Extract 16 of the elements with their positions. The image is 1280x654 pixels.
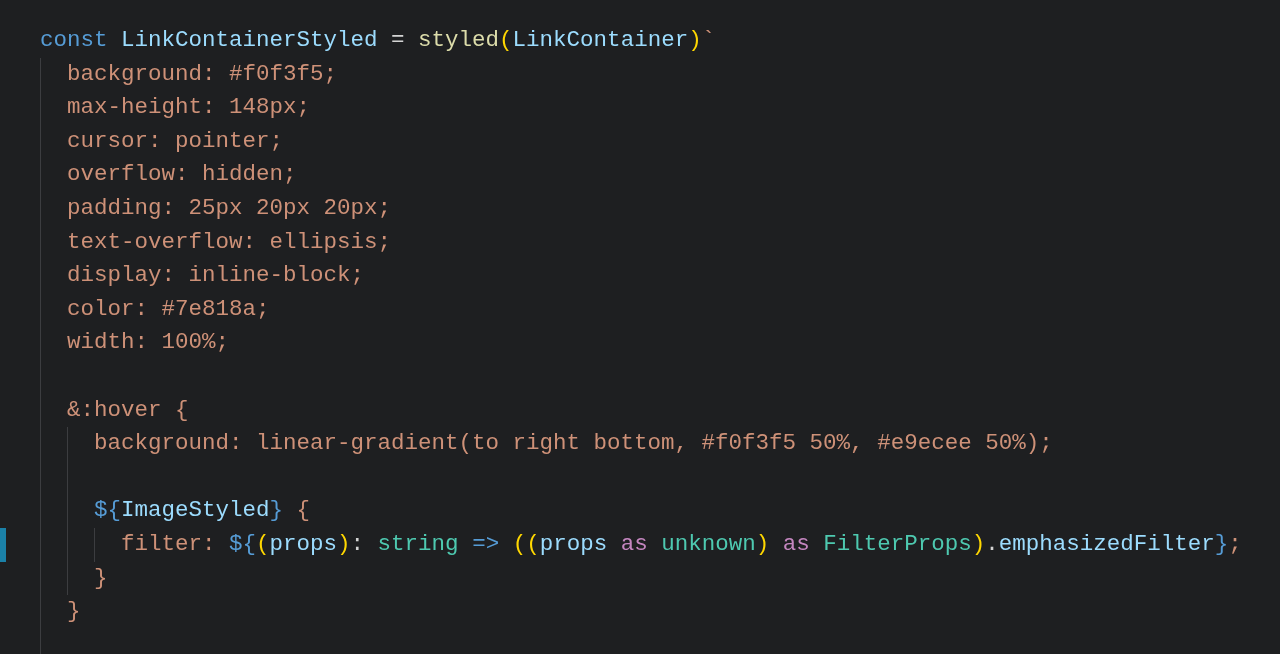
code-line: } [94, 563, 109, 593]
code-line: background: #f0f3f5; [67, 59, 339, 89]
code-line: max-height: 148px; [67, 93, 312, 123]
code-line: overflow: hidden; [67, 160, 298, 190]
code-line: display: inline-block; [67, 261, 366, 291]
code-line: background: linear-gradient(to right bottom, #f0f3f5 50%, #e9ecee 50%); [94, 429, 1054, 459]
code-line: const LinkContainerStyled = styled(LinkContainer)` [40, 26, 717, 55]
code-line: } [67, 597, 82, 627]
code-line: color: #7e818a; [67, 294, 271, 324]
code-line: padding: 25px 20px 20px; [67, 193, 393, 223]
code-line: text-overflow: ellipsis; [67, 227, 393, 257]
code-line: cursor: pointer; [67, 126, 285, 156]
code-line: ${ImageStyled} { [94, 496, 312, 526]
code-line: filter: ${(props): string => ((props as unknown) as FilterProps).emphasizedFilter}; [121, 529, 1243, 559]
code-line: &:hover { [67, 395, 190, 425]
code-line: width: 100%; [67, 328, 231, 358]
